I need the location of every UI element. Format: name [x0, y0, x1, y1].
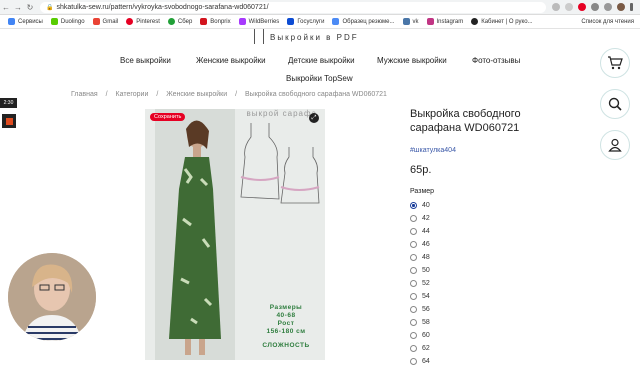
logo-icon	[254, 29, 264, 44]
bookmark-duolingo[interactable]: Duolingo	[50, 18, 85, 25]
search-icon	[608, 97, 622, 111]
pattern-sketch	[240, 123, 320, 204]
radio[interactable]	[410, 332, 417, 339]
size-option[interactable]: 62	[410, 342, 430, 355]
puzzle-icon[interactable]	[604, 3, 612, 11]
bookmark-gmail[interactable]: Gmail	[92, 18, 118, 25]
menu-topsew[interactable]: Выкройки TopSew	[286, 74, 353, 83]
menu-photo-reviews[interactable]: Фото-отзывы	[472, 56, 520, 65]
size-option[interactable]: 50	[410, 264, 430, 277]
size-option[interactable]: 58	[410, 316, 430, 329]
zoom-icon[interactable]: ⤢	[309, 113, 319, 123]
profile-avatar[interactable]	[617, 3, 625, 11]
site-page: Выкройки в PDF Все выкройки Женские выкр…	[0, 29, 640, 365]
product-image[interactable]: Сохранить выкрой сарафа Размеры 40-68 Ро…	[145, 109, 325, 360]
size-label: Размер	[410, 188, 435, 195]
menu-icon[interactable]	[630, 3, 633, 11]
bookmark-sber[interactable]: Сбер	[167, 18, 192, 25]
cart-button[interactable]	[600, 48, 630, 78]
crumb-current: Выкройка свободного сарафана WD060721	[245, 91, 387, 98]
radio[interactable]	[410, 228, 417, 235]
star-icon[interactable]	[565, 3, 573, 11]
radio-selected[interactable]	[410, 202, 417, 209]
reload-icon[interactable]: ↻	[24, 3, 36, 12]
menu-womens-patterns[interactable]: Женские выкройки	[196, 56, 266, 65]
size-option[interactable]: 52	[410, 277, 430, 290]
bookmark-instagram[interactable]: Instagram	[426, 18, 463, 25]
size-option[interactable]: 56	[410, 303, 430, 316]
site-brand[interactable]: Выкройки в PDF	[270, 33, 359, 42]
radio[interactable]	[410, 215, 417, 222]
radio[interactable]	[410, 345, 417, 352]
bookmark-gosuslugi[interactable]: Госуслуги	[287, 18, 324, 25]
radio[interactable]	[410, 319, 417, 326]
radio[interactable]	[410, 254, 417, 261]
dress-photo	[155, 109, 235, 360]
crumb-home[interactable]: Главная	[71, 91, 98, 98]
radio[interactable]	[410, 306, 417, 313]
recording-timer: 2:30	[0, 98, 17, 108]
image-size-info: Размеры 40-68 Рост 156-180 см СЛОЖНОСТЬ	[262, 304, 310, 349]
reading-list[interactable]: Список для чтения	[581, 19, 634, 25]
menu-kids-patterns[interactable]: Детские выкройки	[288, 56, 355, 65]
size-option[interactable]: 48	[410, 251, 430, 264]
webcam-person	[8, 253, 96, 341]
pinterest-ext-icon[interactable]	[578, 3, 586, 11]
url-text: shkatulka-sew.ru/pattern/vykroyka-svobod…	[56, 3, 269, 11]
pinterest-save-button[interactable]: Сохранить	[150, 113, 186, 121]
cart-icon	[608, 56, 623, 70]
browser-toolbar: ← → ↻ 🔒 shkatulka-sew.ru/pattern/vykroyk…	[0, 0, 640, 15]
forward-icon[interactable]: →	[12, 3, 24, 12]
size-option[interactable]: 64	[410, 355, 430, 368]
extension-icon[interactable]	[591, 3, 599, 11]
user-icon	[608, 138, 622, 152]
menu-all-patterns[interactable]: Все выкройки	[120, 56, 171, 65]
lock-icon: 🔒	[46, 4, 54, 11]
size-option[interactable]: 44	[410, 225, 430, 238]
account-button[interactable]	[600, 130, 630, 160]
model-figure	[169, 120, 221, 355]
product-price: 65р.	[410, 164, 432, 176]
product-title: Выкройка свободного сарафана WD060721	[410, 108, 521, 134]
radio[interactable]	[410, 280, 417, 287]
size-option[interactable]: 40	[410, 199, 430, 212]
size-option[interactable]: 60	[410, 329, 430, 342]
size-option[interactable]: 54	[410, 290, 430, 303]
bookmark-cabinet[interactable]: Кабинет | О руко...	[471, 18, 533, 25]
extensions	[552, 3, 633, 11]
crumb-womens[interactable]: Женские выкройки	[166, 91, 227, 98]
radio[interactable]	[410, 293, 417, 300]
breadcrumb: Главная / Категории / Женские выкройки /…	[71, 91, 387, 98]
stop-icon	[5, 117, 13, 125]
stop-recording-button[interactable]	[2, 114, 16, 128]
bookmark-vk[interactable]: vk	[402, 18, 419, 25]
bookmark-bonprix[interactable]: Bonprix	[200, 18, 231, 25]
size-options: 40 42 44 46 48 50 52 54 56 58 60 62 64	[410, 199, 430, 368]
bookmark-pinterest[interactable]: Pinterest	[126, 18, 160, 25]
product-tag[interactable]: #шкатулка404	[410, 147, 456, 154]
bookmark-resume[interactable]: Образец резюме...	[332, 18, 395, 25]
crumb-categories[interactable]: Категории	[116, 91, 149, 98]
search-button[interactable]	[600, 89, 630, 119]
address-bar[interactable]: 🔒 shkatulka-sew.ru/pattern/vykroyka-svob…	[40, 1, 546, 13]
size-option[interactable]: 42	[410, 212, 430, 225]
radio[interactable]	[410, 241, 417, 248]
webcam-overlay	[8, 253, 96, 341]
bookmarks-bar: Сервисы Duolingo Gmail Pinterest Сбер Bo…	[0, 15, 640, 29]
bookmark-services[interactable]: Сервисы	[8, 18, 43, 25]
radio[interactable]	[410, 267, 417, 274]
size-option[interactable]: 46	[410, 238, 430, 251]
bookmark-wildberries[interactable]: WildBerries	[238, 18, 279, 25]
radio[interactable]	[410, 358, 417, 365]
menu-mens-patterns[interactable]: Мужские выкройки	[377, 56, 447, 65]
back-icon[interactable]: ←	[0, 3, 12, 12]
share-icon[interactable]	[552, 3, 560, 11]
